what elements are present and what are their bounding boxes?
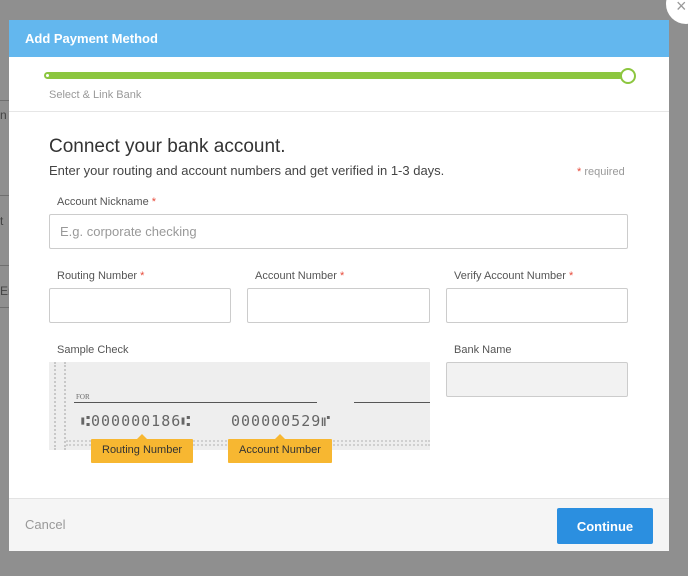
required-star: * (340, 270, 345, 282)
modal-footer: Cancel Continue (9, 498, 669, 551)
form-content: Connect your bank account. Enter your ro… (9, 112, 669, 500)
page-title: Connect your bank account. (49, 136, 286, 157)
progress-fill (45, 72, 623, 79)
check-memo-line (74, 402, 317, 403)
routing-number-input[interactable] (49, 288, 231, 323)
verify-label: Verify Account Number * (454, 270, 573, 282)
required-star: * (151, 196, 157, 208)
check-for-text: FOR (76, 393, 90, 401)
close-button[interactable]: × (666, 0, 688, 24)
check-routing-micr: ⑆000000186⑆ (81, 412, 192, 430)
close-icon: × (676, 0, 687, 16)
routing-label: Routing Number * (57, 270, 144, 282)
page-subtitle: Enter your routing and account numbers a… (49, 163, 445, 178)
continue-button[interactable]: Continue (557, 508, 653, 544)
routing-label-text: Routing Number (57, 270, 138, 282)
progress-step-label: Select & Link Bank (49, 89, 142, 101)
background-text: t (0, 214, 4, 228)
verify-label-text: Verify Account Number (454, 270, 566, 282)
check-account-micr: 000000529⑈ (231, 412, 332, 430)
sample-check-label: Sample Check (57, 344, 129, 356)
add-payment-modal: Add Payment Method Select & Link Bank Co… (9, 20, 669, 551)
nickname-label-text: Account Nickname (57, 196, 149, 208)
account-label: Account Number * (255, 270, 344, 282)
progress-end-marker (620, 68, 636, 84)
account-label-text: Account Number (255, 270, 337, 282)
verify-account-number-input[interactable] (446, 288, 628, 323)
modal-title: Add Payment Method (9, 20, 669, 57)
check-border (54, 362, 66, 450)
cancel-button[interactable]: Cancel (25, 517, 65, 532)
progress-bar: Select & Link Bank (9, 57, 669, 112)
check-signature-line (354, 402, 430, 403)
progress-start-marker (44, 72, 51, 79)
required-star: * (577, 166, 582, 178)
required-star: * (568, 270, 574, 282)
routing-number-tag: Routing Number (91, 434, 194, 463)
nickname-label: Account Nickname * (57, 196, 156, 208)
bank-name-input (446, 362, 628, 397)
sample-check-image: FOR ⑆000000186⑆ 000000529⑈ Routing Numbe… (49, 362, 430, 463)
account-number-tag: Account Number (228, 434, 332, 463)
bank-name-label: Bank Name (454, 344, 512, 356)
nickname-input[interactable] (49, 214, 628, 249)
required-note: * required (577, 166, 625, 178)
required-star: * (140, 270, 145, 282)
account-number-input[interactable] (247, 288, 430, 323)
background-text: n (0, 108, 7, 122)
required-note-text: required (584, 166, 625, 178)
